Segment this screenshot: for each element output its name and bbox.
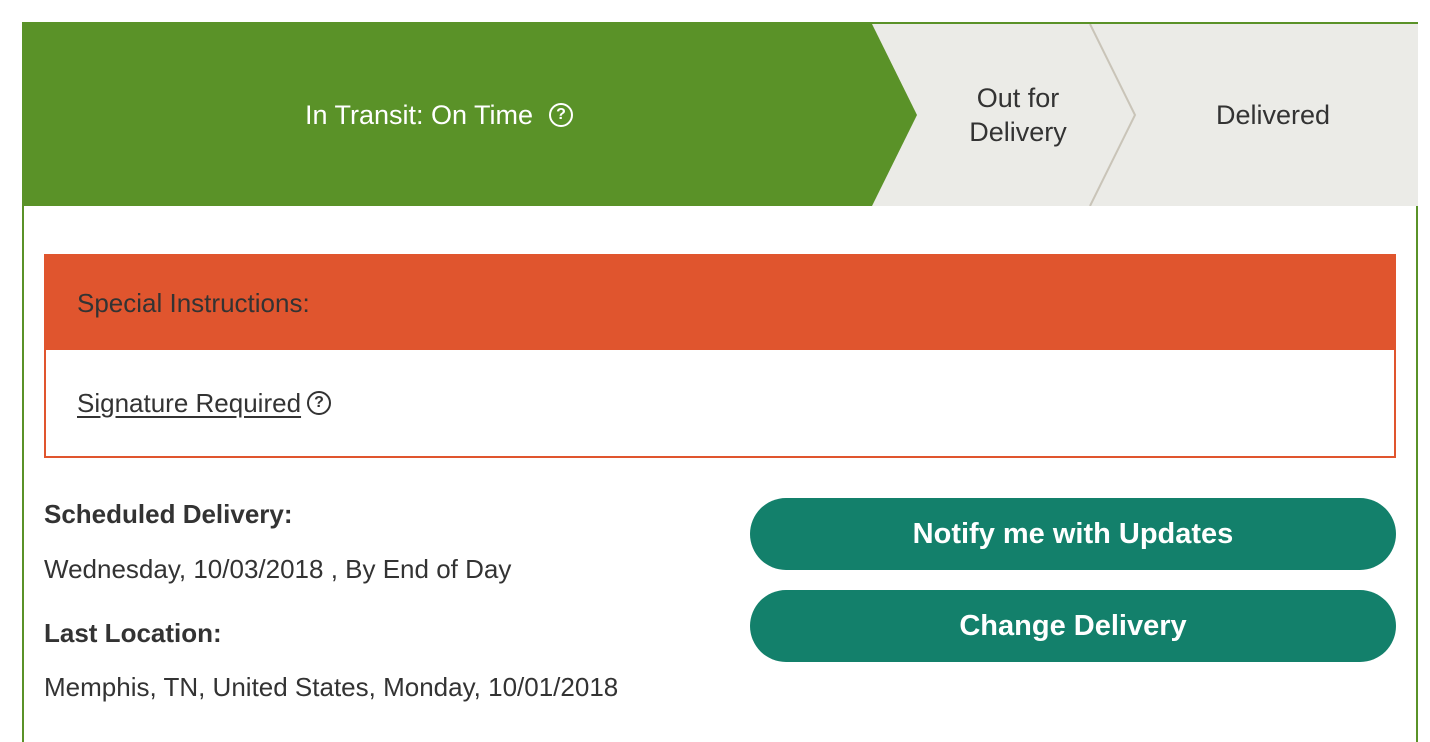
progress-bar: In Transit: On Time ? Out for Delivery D…	[24, 24, 1418, 206]
step-delivered-label: Delivered	[1215, 100, 1331, 130]
last-location-value: Memphis, TN, United States, Monday, 10/0…	[44, 672, 619, 702]
step-out-for-delivery-label-line2: Delivery	[969, 117, 1067, 147]
last-location-label: Last Location:	[44, 618, 222, 648]
notify-updates-button[interactable]: Notify me with Updates	[750, 498, 1396, 570]
signature-required-link[interactable]: Signature Required	[77, 388, 301, 419]
special-instructions-panel: Special Instructions: Signature Required…	[44, 254, 1396, 458]
change-delivery-button[interactable]: Change Delivery	[750, 590, 1396, 662]
question-circle-icon[interactable]: ?	[549, 103, 574, 127]
special-instructions-body: Signature Required ?	[46, 350, 1394, 456]
special-instructions-header: Special Instructions:	[46, 256, 1394, 350]
step-out-for-delivery: Out for Delivery	[924, 24, 1112, 206]
step-delivered: Delivered	[1142, 24, 1404, 206]
step-out-for-delivery-label-line1: Out for	[976, 83, 1060, 113]
question-circle-icon[interactable]: ?	[307, 391, 332, 415]
step-in-transit-label: In Transit: On Time	[304, 100, 534, 130]
notify-updates-button-label: Notify me with Updates	[912, 517, 1234, 550]
change-delivery-button-label: Change Delivery	[959, 609, 1187, 642]
scheduled-delivery-label: Scheduled Delivery:	[44, 499, 293, 529]
step-in-transit: In Transit: On Time ?	[24, 24, 854, 206]
special-instructions-title: Special Instructions:	[77, 287, 310, 318]
tracking-card: In Transit: On Time ? Out for Delivery D…	[22, 22, 1418, 742]
scheduled-delivery-value: Wednesday, 10/03/2018 , By End of Day	[44, 554, 512, 584]
